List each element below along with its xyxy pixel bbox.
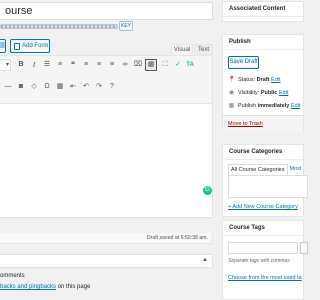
toolbar-toggle-icon[interactable]: ▦ — [145, 59, 157, 71]
comments-label: omments — [0, 273, 25, 279]
post-title-input[interactable]: ourse — [0, 2, 213, 20]
grammarly-check-icon[interactable]: ✓ — [172, 59, 184, 71]
add-media-button[interactable]: ▤ — [0, 39, 6, 53]
content-editor[interactable]: ▾ B I ☰ ≡ ❝ ≡ ≡ ≡ ∞ ⌧ ▦ ⛶ ✓ TA — ◙ ◇ Ω ▦… — [0, 55, 213, 218]
status-row: 📍 Status: Draft Edit — [228, 76, 281, 84]
add-form-label: Add Form — [22, 43, 49, 49]
strikethrough-icon[interactable]: — — [2, 81, 14, 93]
add-form-button[interactable]: Add Form — [10, 39, 50, 53]
camera-icon[interactable]: ◙ — [15, 81, 27, 93]
grammarly-icon[interactable]: G — [203, 186, 212, 195]
permalink-button[interactable]: KEY — [119, 21, 133, 31]
move-to-trash-link[interactable]: Move to Trash — [228, 121, 263, 127]
numbered-list-icon[interactable]: ≡ — [54, 59, 66, 71]
editor-toolbar: ▾ B I ☰ ≡ ❝ ≡ ≡ ≡ ∞ ⌧ ▦ ⛶ ✓ TA — ◙ ◇ Ω ▦… — [0, 56, 212, 104]
status-edit-link[interactable]: Edit — [271, 77, 280, 83]
category-checklist[interactable] — [228, 175, 308, 198]
save-draft-button[interactable]: Save Draft — [228, 56, 259, 69]
associated-content-box: Associated Content — [222, 1, 304, 22]
course-tags-box: Course Tags Separate tags with commas Ch… — [222, 220, 308, 300]
align-center-icon[interactable]: ≡ — [93, 59, 105, 71]
align-right-icon[interactable]: ≡ — [106, 59, 118, 71]
unlink-icon[interactable]: ⌧ — [132, 59, 144, 71]
help-icon[interactable]: ? — [106, 81, 118, 93]
bullet-list-icon[interactable]: ☰ — [41, 59, 53, 71]
eraser-icon[interactable]: ◇ — [28, 81, 40, 93]
draft-saved-text: Draft saved at 6:50:38 am. — [146, 235, 208, 241]
redo-icon[interactable]: ↷ — [93, 81, 105, 93]
pin-icon: 📍 — [228, 77, 236, 83]
publish-box: Publish Save Draft 📍 Status: Draft Edit … — [222, 34, 304, 132]
publish-schedule-row: ▦ Publish immediately Edit — [228, 102, 301, 110]
trackbacks-link[interactable]: backs and pingbacks — [0, 284, 56, 290]
tag-input[interactable] — [228, 242, 298, 254]
italic-icon[interactable]: I — [28, 59, 40, 71]
comments-metabox-header[interactable]: ▲ — [0, 254, 213, 268]
editor-status-bar: Draft saved at 6:50:38 am. — [0, 233, 213, 244]
eye-icon: ◉ — [228, 90, 235, 96]
add-new-category-link[interactable]: + Add New Course Category — [228, 204, 298, 210]
align-left-icon[interactable]: ≡ — [80, 59, 92, 71]
publish-title[interactable]: Publish — [223, 35, 303, 50]
tag-hint-text: Separate tags with commas — [228, 258, 290, 264]
course-categories-title[interactable]: Course Categories — [223, 145, 303, 160]
media-icon: ▤ — [0, 42, 5, 49]
tag-add-button[interactable] — [300, 242, 308, 254]
fullscreen-icon[interactable]: ⛶ — [159, 59, 171, 71]
text-assistant-icon[interactable]: TA — [184, 59, 196, 71]
bold-icon[interactable]: B — [15, 59, 27, 71]
paragraph-format-select[interactable]: ▾ — [0, 59, 11, 71]
undo-icon[interactable]: ↶ — [80, 81, 92, 93]
permalink-bar — [0, 24, 118, 29]
blockquote-icon[interactable]: ❝ — [67, 59, 79, 71]
collapse-arrow-icon[interactable]: ▲ — [202, 257, 208, 263]
form-icon — [14, 42, 20, 50]
link-icon[interactable]: ∞ — [119, 59, 131, 71]
publish-edit-link[interactable]: Edit — [291, 103, 300, 109]
visibility-edit-link[interactable]: Edit — [279, 90, 288, 96]
table-icon[interactable]: ▦ — [54, 81, 66, 93]
choose-most-used-tags-link[interactable]: Choose from the most used ta — [228, 275, 302, 281]
outdent-icon[interactable]: ⇤ — [67, 81, 79, 93]
special-char-icon[interactable]: Ω — [41, 81, 53, 93]
trackbacks-line: backs and pingbacks on this page — [0, 284, 91, 290]
visibility-row: ◉ Visibility: Public Edit — [228, 89, 289, 97]
course-tags-title[interactable]: Course Tags — [223, 221, 303, 236]
associated-content-title[interactable]: Associated Content — [223, 2, 303, 17]
course-categories-box: Course Categories All Course Categories … — [222, 144, 308, 217]
calendar-icon: ▦ — [228, 103, 235, 109]
